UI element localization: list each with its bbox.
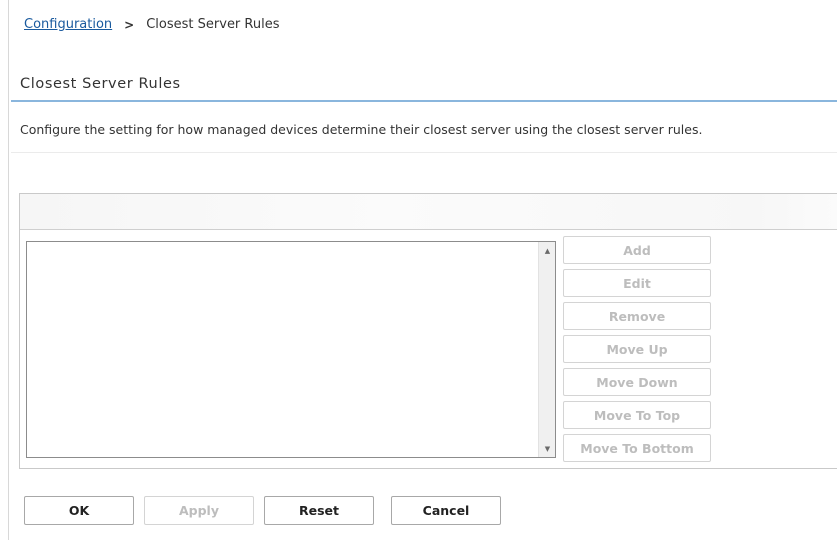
page-title: Closest Server Rules xyxy=(20,76,181,92)
move-to-bottom-button[interactable]: Move To Bottom xyxy=(563,434,711,462)
move-up-button[interactable]: Move Up xyxy=(563,335,711,363)
page-description: Configure the setting for how managed de… xyxy=(20,122,703,137)
apply-button[interactable]: Apply xyxy=(144,496,254,525)
rules-listbox[interactable]: ▲ ▼ xyxy=(26,241,556,458)
scroll-down-icon[interactable]: ▼ xyxy=(539,440,556,457)
add-button[interactable]: Add xyxy=(563,236,711,264)
cancel-button[interactable]: Cancel xyxy=(391,496,501,525)
reset-button[interactable]: Reset xyxy=(264,496,374,525)
title-divider xyxy=(11,100,837,102)
move-to-top-button[interactable]: Move To Top xyxy=(563,401,711,429)
rules-panel: ▲ ▼ Add Edit Remove Move Up Move Down Mo… xyxy=(19,193,837,469)
description-divider xyxy=(11,152,837,153)
scroll-up-icon[interactable]: ▲ xyxy=(539,242,556,259)
breadcrumb: Configuration > Closest Server Rules xyxy=(24,17,279,32)
listbox-scrollbar[interactable]: ▲ ▼ xyxy=(538,242,555,457)
ok-button[interactable]: OK xyxy=(24,496,134,525)
breadcrumb-configuration-link[interactable]: Configuration xyxy=(24,17,112,32)
edit-button[interactable]: Edit xyxy=(563,269,711,297)
breadcrumb-current: Closest Server Rules xyxy=(146,17,280,32)
remove-button[interactable]: Remove xyxy=(563,302,711,330)
breadcrumb-separator-icon: > xyxy=(124,17,135,32)
panel-header xyxy=(20,194,837,230)
move-down-button[interactable]: Move Down xyxy=(563,368,711,396)
